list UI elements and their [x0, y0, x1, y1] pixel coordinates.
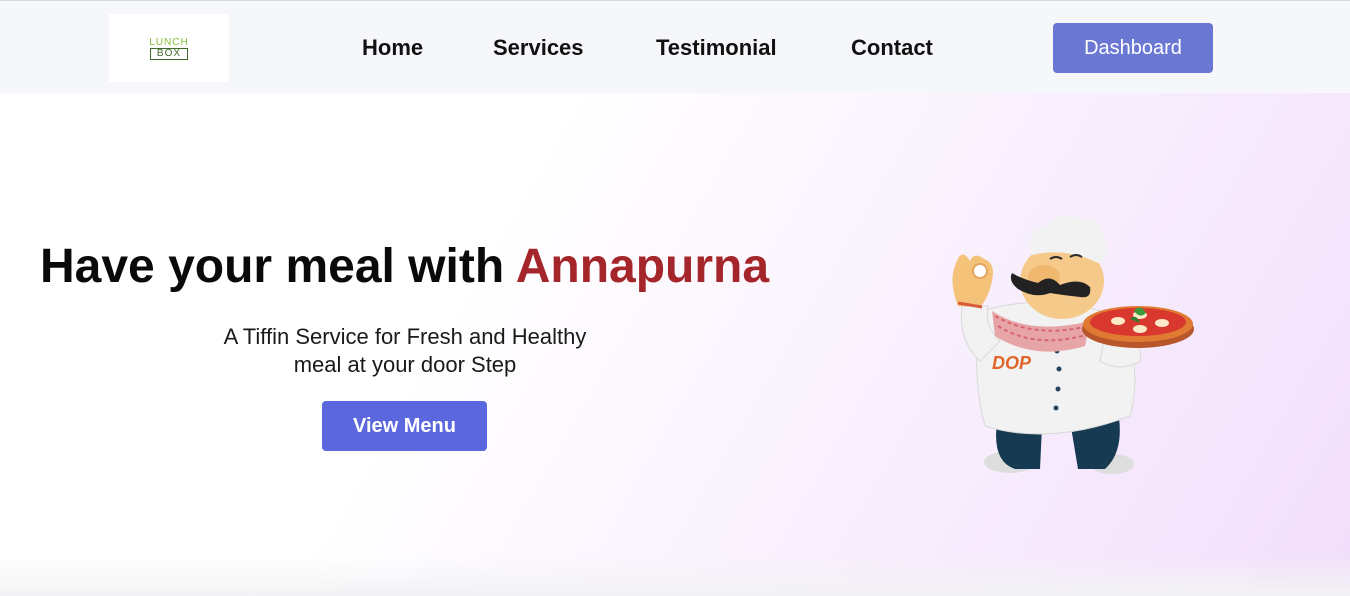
hero-subtitle: A Tiffin Service for Fresh and Healthy m… [180, 323, 630, 379]
hero-subtitle-line-2: meal at your door Step [293, 352, 517, 377]
site-logo[interactable]: LUNCH BOX [109, 14, 229, 82]
chef-with-pizza-icon: DOP [952, 215, 1194, 474]
hero-section: Have your meal with Annapurna A Tiffin S… [0, 93, 1350, 596]
logo-wordmark: LUNCH BOX [149, 36, 189, 60]
nav-link-home[interactable]: Home [362, 35, 423, 61]
nav-link-contact[interactable]: Contact [851, 35, 933, 61]
brand-name: Annapurna [515, 240, 770, 293]
hero-subtitle-line-1: A Tiffin Service for Fresh and Healthy [223, 324, 587, 349]
hero-title: Have your meal with Annapurna [40, 239, 769, 294]
logo-line-1: LUNCH [149, 36, 189, 48]
dashboard-button[interactable]: Dashboard [1053, 23, 1213, 73]
nav-link-testimonial[interactable]: Testimonial [656, 35, 777, 61]
apron-text: DOP [992, 353, 1032, 373]
hero-title-prefix: Have your meal with [40, 240, 516, 293]
nav-link-services[interactable]: Services [493, 35, 584, 61]
top-navbar: LUNCH BOX Home Services Testimonial Cont… [0, 0, 1350, 93]
logo-line-2: BOX [149, 47, 189, 60]
view-menu-button[interactable]: View Menu [322, 401, 487, 451]
